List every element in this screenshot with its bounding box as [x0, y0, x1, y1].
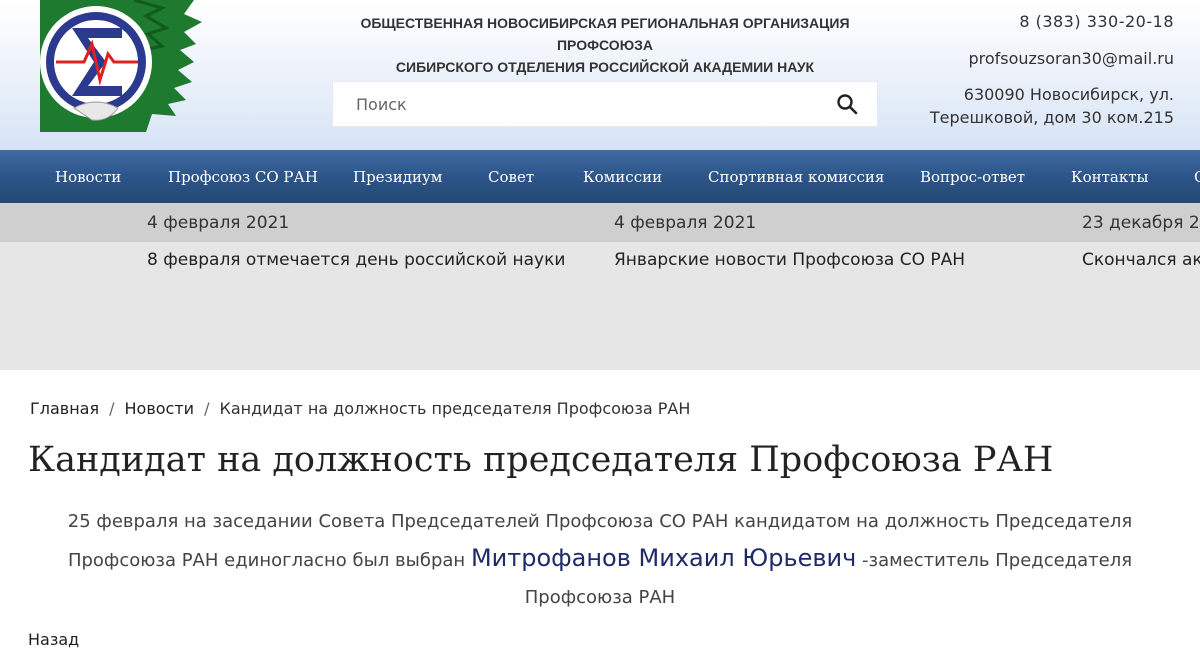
breadcrumb-current: Кандидат на должность председателя Профс… — [219, 399, 691, 418]
nav-item-news[interactable]: Новости — [55, 168, 121, 186]
nav-item-sports-commission[interactable]: Спортивная комиссия — [708, 168, 884, 186]
site-logo[interactable] — [34, 0, 206, 132]
nav-item-qa[interactable]: Вопрос-ответ — [920, 168, 1025, 186]
main-navigation: Новости Профсоюз СО РАН Президиум Совет … — [0, 150, 1200, 203]
organization-title-line1: ОБЩЕСТВЕННАЯ НОВОСИБИРСКАЯ РЕГИОНАЛЬНАЯ … — [360, 15, 850, 53]
news-title-link[interactable]: 8 февраля отмечается день российской нау… — [147, 250, 565, 270]
organization-title-line2: СИБИРСКОГО ОТДЕЛЕНИЯ РОССИЙСКОЙ АКАДЕМИИ… — [395, 59, 815, 75]
search-input[interactable] — [332, 81, 812, 127]
nav-item-presidium[interactable]: Президиум — [353, 168, 442, 186]
breadcrumb-separator: / — [109, 399, 115, 418]
news-date: 23 декабря 20 — [1082, 213, 1200, 233]
news-title-link[interactable]: Скончался ака — [1082, 250, 1200, 270]
breadcrumb-separator: / — [204, 399, 210, 418]
email-address[interactable]: profsouzsoran30@mail.ru — [968, 49, 1174, 68]
nav-item-council[interactable]: Совет — [488, 168, 534, 186]
person-name: Митрофанов Михаил Юрьевич — [470, 544, 857, 572]
back-link[interactable]: Назад — [28, 630, 79, 649]
organization-title: ОБЩЕСТВЕННАЯ НОВОСИБИРСКАЯ РЕГИОНАЛЬНАЯ … — [332, 12, 878, 78]
page-title: Кандидат на должность председателя Профс… — [28, 440, 1054, 480]
nav-item-commissions[interactable]: Комиссии — [583, 168, 662, 186]
breadcrumb: Главная / Новости / Кандидат на должность пр… — [30, 399, 690, 418]
breadcrumb-news-link[interactable]: Новости — [125, 399, 195, 418]
news-date: 4 февраля 2021 — [614, 213, 757, 233]
breadcrumb-home-link[interactable]: Главная — [30, 399, 99, 418]
nav-item-more[interactable]: С — [1194, 168, 1200, 186]
search-box — [332, 81, 878, 127]
article-body: 25 февраля на заседании Совета Председат… — [40, 503, 1160, 616]
nav-item-union[interactable]: Профсоюз СО РАН — [168, 168, 318, 186]
news-title-link[interactable]: Январские новости Профсоюза СО РАН — [614, 250, 965, 270]
nav-item-contacts[interactable]: Контакты — [1071, 168, 1149, 186]
postal-address: 630090 Новосибирск, ул. Терешковой, дом … — [929, 85, 1174, 127]
site-header: ОБЩЕСТВЕННАЯ НОВОСИБИРСКАЯ РЕГИОНАЛЬНАЯ … — [0, 0, 1200, 150]
news-carousel: 4 февраля 2021 8 февраля отмечается день… — [0, 203, 1200, 370]
phone-number[interactable]: 8 (383) 330-20-18 — [1019, 12, 1174, 31]
news-date: 4 февраля 2021 — [147, 213, 290, 233]
search-icon[interactable] — [836, 93, 858, 115]
